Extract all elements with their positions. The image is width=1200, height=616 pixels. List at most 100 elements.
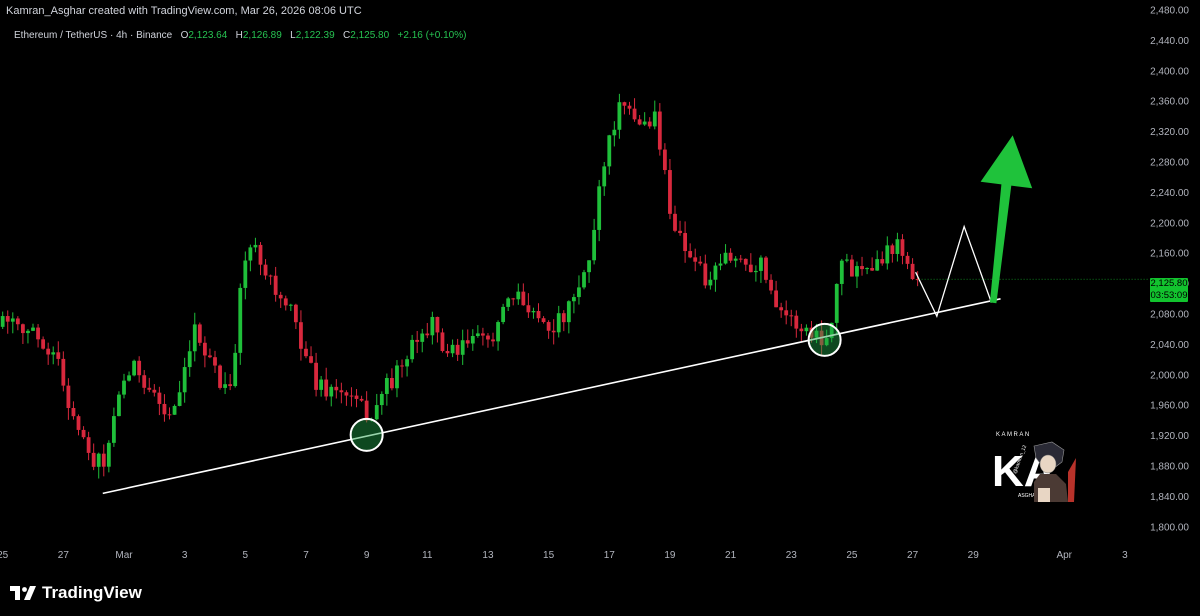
candle-body [218, 365, 222, 388]
candle-body [278, 294, 283, 299]
candle-body [228, 384, 233, 387]
time-tick-label: Mar [115, 550, 133, 561]
candle-body [728, 252, 733, 261]
candle-body [354, 395, 359, 399]
candle-body [364, 400, 369, 421]
candle-body [238, 287, 243, 353]
legend-change: +2.16 (+0.10%) [397, 30, 467, 41]
candle-body [536, 310, 541, 319]
price-tick-label: 2,480.00 [1150, 6, 1189, 17]
candle-body [895, 239, 900, 254]
price-tick-label: 2,360.00 [1150, 97, 1189, 108]
price-tick-label: 2,000.00 [1150, 370, 1189, 381]
price-tick-label: 2,040.00 [1150, 340, 1189, 351]
candle-body [268, 275, 273, 277]
candle-body [395, 365, 399, 389]
candle-body [167, 414, 172, 416]
candle-body [627, 105, 632, 109]
trendline-touch-circle[interactable] [349, 417, 384, 452]
price-tick-label: 2,320.00 [1150, 127, 1189, 138]
candle-body [319, 379, 324, 390]
candle-body [66, 385, 71, 408]
candle-body [263, 264, 268, 276]
time-tick-label: 7 [303, 550, 309, 561]
legend-close: C2,125.80 [343, 30, 390, 41]
candle-body [26, 330, 30, 334]
candle-body [106, 442, 111, 467]
candle-body [132, 360, 137, 376]
candle-body [657, 111, 662, 150]
candle-body [410, 339, 415, 360]
candle-body [233, 352, 238, 387]
candle-body [182, 367, 187, 393]
candle-body [21, 324, 25, 334]
candle-body [253, 244, 258, 248]
candle-body [723, 252, 728, 264]
time-tick-label: 27 [58, 550, 70, 561]
candle-body [733, 258, 738, 261]
candle-body [683, 233, 688, 252]
candle-body [440, 332, 445, 352]
candle-body [41, 339, 46, 349]
candle-body [662, 149, 667, 171]
price-chart[interactable]: 2,480.00 2,440.00 2,400.00 2,360.00 2,320.00… [0, 0, 1200, 616]
candle-body [708, 279, 713, 286]
candle-body [76, 416, 81, 430]
candle-body [425, 333, 430, 336]
candle-body [774, 290, 778, 308]
candle-body [486, 335, 490, 340]
candle-body [293, 304, 298, 323]
candle-body [496, 322, 500, 342]
candle-body [794, 315, 799, 329]
time-tick-label: 3 [1122, 550, 1128, 561]
chart-background [0, 0, 1200, 616]
candle-body [541, 318, 546, 323]
time-tick-label: 13 [482, 550, 494, 561]
time-tick-label: 17 [604, 550, 616, 561]
candle-body [162, 403, 167, 415]
candle-body [855, 266, 859, 277]
candle-body [602, 166, 607, 187]
symbol-title[interactable]: Ethereum / TetherUS · 4h · Binance [14, 30, 172, 41]
candle-body [759, 257, 763, 271]
price-tick-label: 2,280.00 [1150, 158, 1189, 169]
tradingview-branding[interactable]: TradingView [10, 582, 142, 604]
bar-countdown: 03:53:09 [1150, 290, 1188, 301]
candle-body [632, 108, 637, 120]
candle-body [430, 316, 435, 336]
candle-body [506, 298, 511, 307]
time-tick-label: 21 [725, 550, 737, 561]
candle-body [91, 452, 96, 467]
candle-body [865, 268, 869, 270]
legend-low: L2,122.39 [290, 30, 335, 41]
price-tick-label: 2,080.00 [1150, 310, 1189, 321]
candle-body [698, 261, 703, 264]
price-tick-label: 2,160.00 [1150, 249, 1189, 260]
trendline-touch-circle[interactable] [807, 322, 842, 357]
time-tick-label: Apr [1056, 550, 1072, 561]
candle-body [390, 377, 394, 389]
candle-body [612, 129, 617, 136]
candle-body [147, 387, 152, 390]
candle-body [415, 339, 420, 342]
candle-body [283, 298, 288, 306]
candle-body [587, 260, 591, 273]
candle-body [753, 270, 758, 273]
candle-body [157, 392, 162, 404]
price-tick-label: 1,840.00 [1150, 492, 1189, 503]
candle-body [374, 405, 379, 420]
candle-body [314, 362, 318, 390]
candle-body [769, 279, 773, 291]
price-tick-label: 2,440.00 [1150, 36, 1189, 47]
price-tick-label: 1,880.00 [1150, 462, 1189, 473]
candle-body [349, 395, 354, 397]
candle-body [799, 328, 804, 332]
candle-body [546, 322, 551, 331]
candle-body [764, 257, 768, 280]
candle-body [642, 121, 647, 125]
candle-body [718, 263, 723, 266]
candle-body [223, 384, 227, 388]
candle-body [703, 263, 708, 286]
candle-body [334, 386, 339, 391]
watermark-top-text: KAMRAN [996, 432, 1031, 438]
